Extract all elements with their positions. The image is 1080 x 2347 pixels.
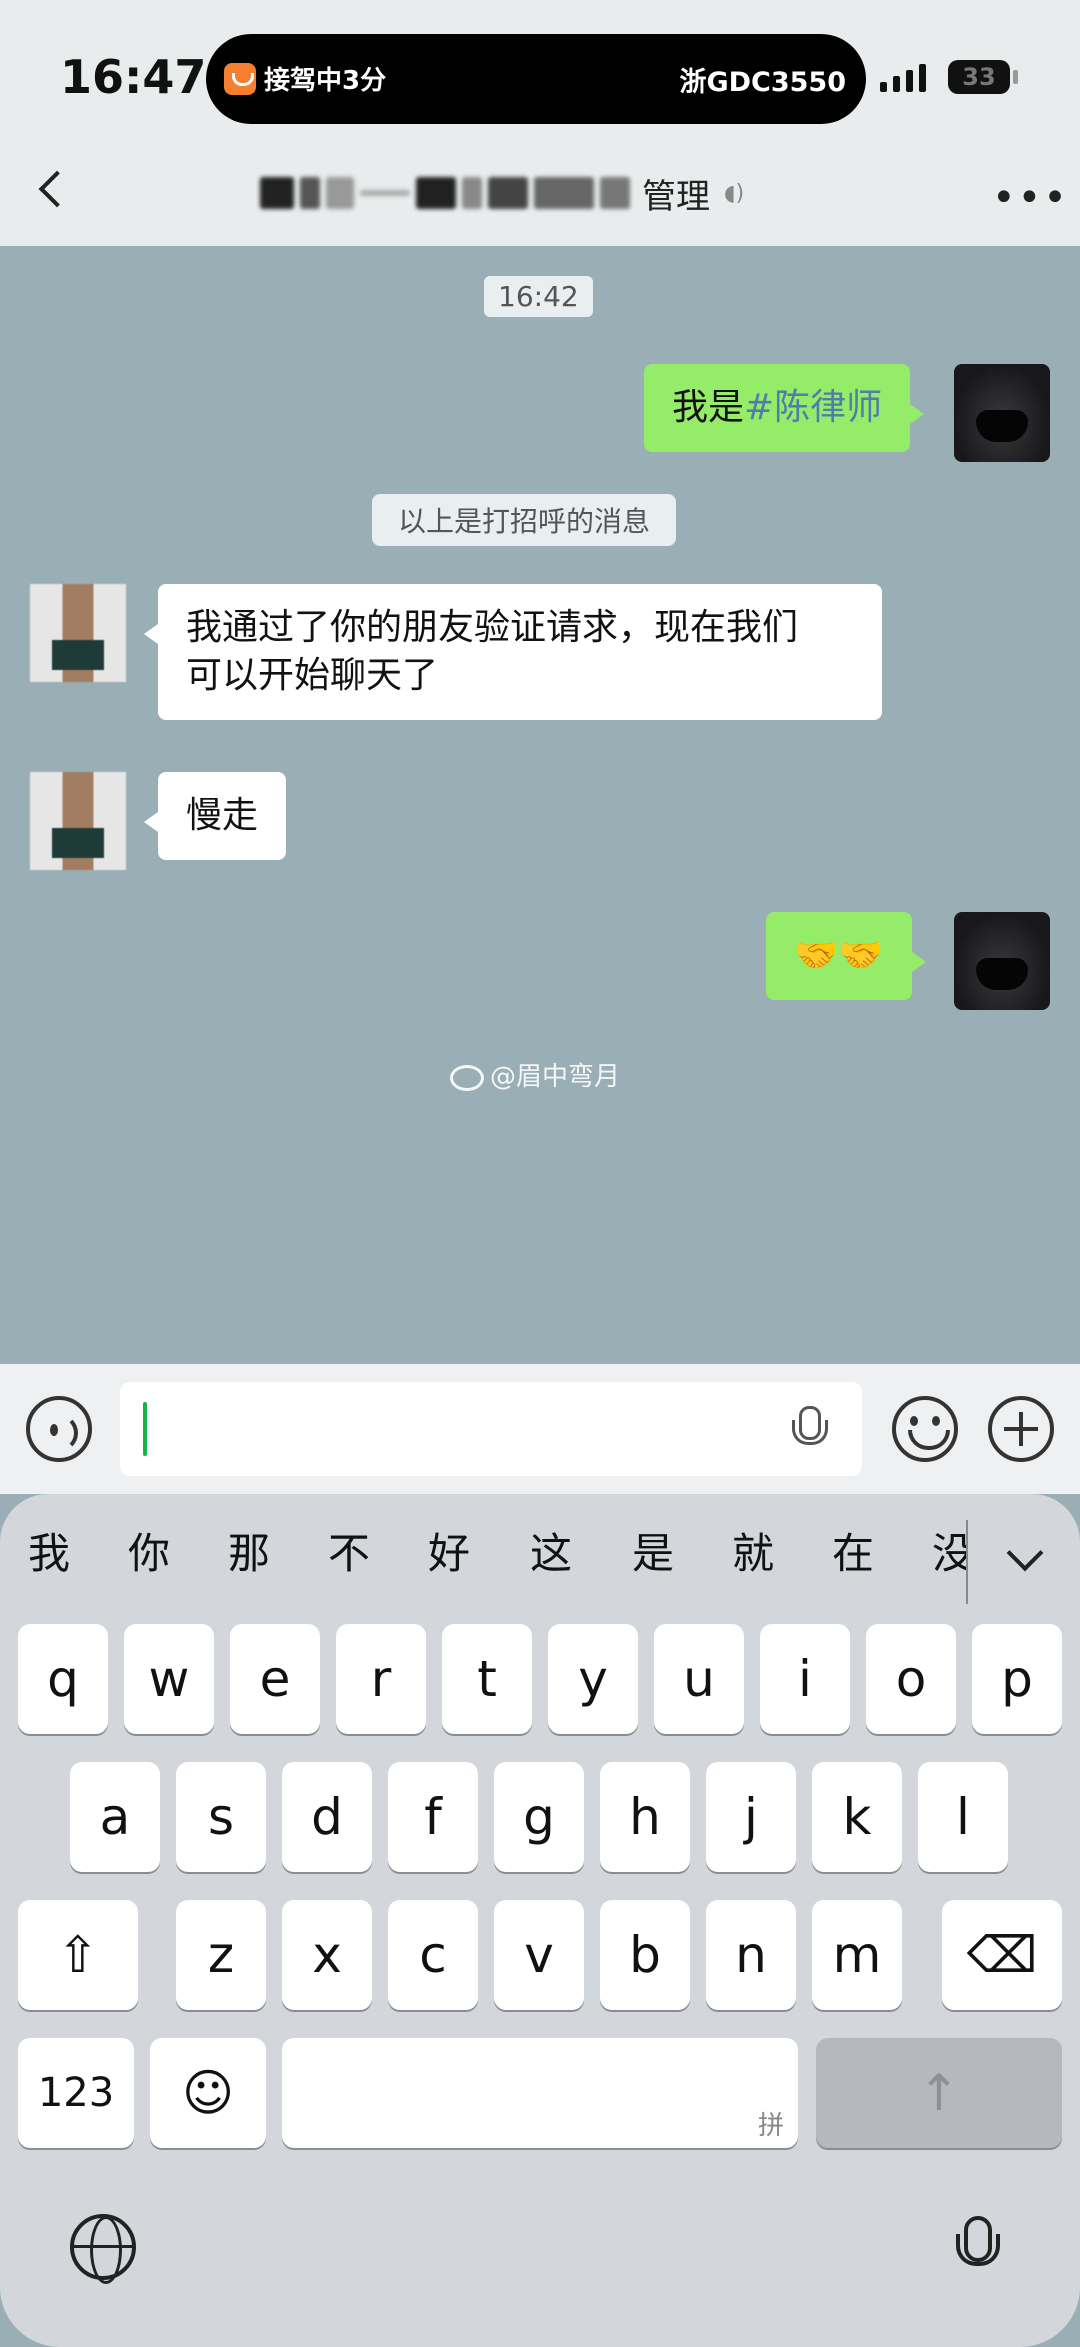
watermark-text: @眉中弯月: [490, 1062, 621, 1092]
watermark: @眉中弯月: [450, 1056, 620, 1093]
more-functions-button[interactable]: [988, 1396, 1054, 1462]
message-text: 可以开始聊天了: [186, 655, 439, 696]
space-key[interactable]: 拼: [282, 2038, 798, 2148]
key-z[interactable]: z: [176, 1900, 266, 2010]
key-n[interactable]: n: [706, 1900, 796, 2010]
key-c[interactable]: c: [388, 1900, 478, 2010]
key-u[interactable]: u: [654, 1624, 744, 1734]
key-h[interactable]: h: [600, 1762, 690, 1872]
mute-icon: ◖): [724, 180, 745, 206]
emoji-key[interactable]: ☺: [150, 2038, 266, 2148]
didi-app-icon: [224, 63, 256, 95]
key-l[interactable]: l: [918, 1762, 1008, 1872]
voice-input-button[interactable]: [26, 1396, 92, 1462]
candidate-word[interactable]: 是: [632, 1520, 674, 1581]
message-text: 慢走: [186, 795, 259, 836]
message-bubble-received[interactable]: 慢走: [143, 772, 287, 860]
key-g[interactable]: g: [494, 1762, 584, 1872]
message-timestamp: 16:42: [484, 276, 593, 317]
redacted-text: [416, 177, 456, 209]
battery-cap: [1013, 70, 1018, 84]
candidate-divider: [966, 1520, 968, 1604]
dynamic-island[interactable]: 接驾中3分 浙GDC3550: [206, 34, 866, 124]
candidate-word[interactable]: 我: [28, 1520, 70, 1581]
message-text: 我通过了你的朋友验证请求，现在我们: [186, 607, 799, 648]
contact-avatar[interactable]: [30, 772, 126, 870]
candidate-word[interactable]: 那: [228, 1520, 270, 1581]
key-m[interactable]: m: [812, 1900, 902, 2010]
key-e[interactable]: e: [230, 1624, 320, 1734]
candidate-word[interactable]: 不: [328, 1520, 370, 1581]
key-a[interactable]: a: [70, 1762, 160, 1872]
emoji-button[interactable]: [892, 1396, 958, 1462]
contact-avatar[interactable]: [30, 584, 126, 682]
hashtag-link[interactable]: #陈律师: [744, 387, 882, 428]
keyboard: 我 你 那 不 好 这 是 就 在 没 q w e r t y u i o p …: [0, 1494, 1080, 2347]
redacted-text: [326, 177, 354, 209]
top-bar: 16:47 接驾中3分 浙GDC3550 33 管理 ◖) •••: [0, 0, 1080, 246]
key-o[interactable]: o: [866, 1624, 956, 1734]
message-text: 🤝🤝: [794, 935, 884, 976]
send-key[interactable]: ↑: [816, 2038, 1062, 2148]
key-p[interactable]: p: [972, 1624, 1062, 1734]
cellular-signal-icon: [880, 64, 926, 92]
shift-key[interactable]: ⇧: [18, 1900, 138, 2010]
license-plate: 浙GDC3550: [679, 67, 846, 98]
key-f[interactable]: f: [388, 1762, 478, 1872]
key-w[interactable]: w: [124, 1624, 214, 1734]
key-y[interactable]: y: [548, 1624, 638, 1734]
key-b[interactable]: b: [600, 1900, 690, 2010]
chat-title-text: 管理: [642, 176, 710, 217]
redacted-text: [360, 190, 410, 196]
battery-icon: 33: [948, 60, 1010, 94]
delete-key[interactable]: ⌫: [942, 1900, 1062, 2010]
candidate-bar: 我 你 那 不 好 这 是 就 在 没: [0, 1520, 1080, 1590]
key-t[interactable]: t: [442, 1624, 532, 1734]
key-k[interactable]: k: [812, 1762, 902, 1872]
message-bubble-sent[interactable]: 🤝🤝: [766, 912, 926, 1000]
candidate-word[interactable]: 你: [128, 1520, 170, 1581]
status-time: 16:47: [60, 50, 207, 104]
message-input[interactable]: [120, 1382, 862, 1476]
input-bar: [0, 1364, 1080, 1494]
message-text: 我是: [672, 387, 745, 428]
ride-status-text: 接驾中3分: [264, 66, 387, 96]
pinyin-hint: 拼: [757, 2111, 784, 2141]
redacted-text: [260, 177, 294, 209]
chat-area[interactable]: 16:42 我是#陈律师 以上是打招呼的消息 我通过了你的朋友验证请求，现在我们…: [0, 246, 1080, 1364]
redacted-text: [462, 177, 482, 209]
key-i[interactable]: i: [760, 1624, 850, 1734]
globe-icon[interactable]: [70, 2214, 136, 2284]
candidate-word[interactable]: 这: [530, 1520, 572, 1581]
key-j[interactable]: j: [706, 1762, 796, 1872]
my-avatar[interactable]: [954, 364, 1050, 462]
redacted-text: [488, 177, 528, 209]
voice-to-text-icon[interactable]: [792, 1406, 828, 1454]
key-d[interactable]: d: [282, 1762, 372, 1872]
key-v[interactable]: v: [494, 1900, 584, 2010]
candidate-word[interactable]: 在: [832, 1520, 874, 1581]
message-bubble-sent[interactable]: 我是#陈律师: [644, 364, 925, 452]
my-avatar[interactable]: [954, 912, 1050, 1010]
more-options-button[interactable]: •••: [992, 175, 1069, 221]
redacted-text: [300, 177, 320, 209]
key-s[interactable]: s: [176, 1762, 266, 1872]
key-q[interactable]: q: [18, 1624, 108, 1734]
key-x[interactable]: x: [282, 1900, 372, 2010]
weibo-icon: [450, 1064, 484, 1091]
candidate-word[interactable]: 好: [428, 1520, 470, 1581]
redacted-text: [534, 177, 594, 209]
back-button[interactable]: [30, 160, 70, 220]
dictation-mic-icon[interactable]: [956, 2216, 1000, 2286]
numbers-key[interactable]: 123: [18, 2038, 134, 2148]
candidate-word[interactable]: 就: [732, 1520, 774, 1581]
system-notice: 以上是打招呼的消息: [372, 494, 677, 546]
message-bubble-received[interactable]: 我通过了你的朋友验证请求，现在我们 可以开始聊天了: [144, 584, 882, 720]
text-caret: [143, 1402, 147, 1456]
candidate-word[interactable]: 没: [932, 1520, 966, 1581]
key-r[interactable]: r: [336, 1624, 426, 1734]
chat-title[interactable]: 管理 ◖): [260, 168, 820, 218]
redacted-text: [600, 177, 630, 209]
